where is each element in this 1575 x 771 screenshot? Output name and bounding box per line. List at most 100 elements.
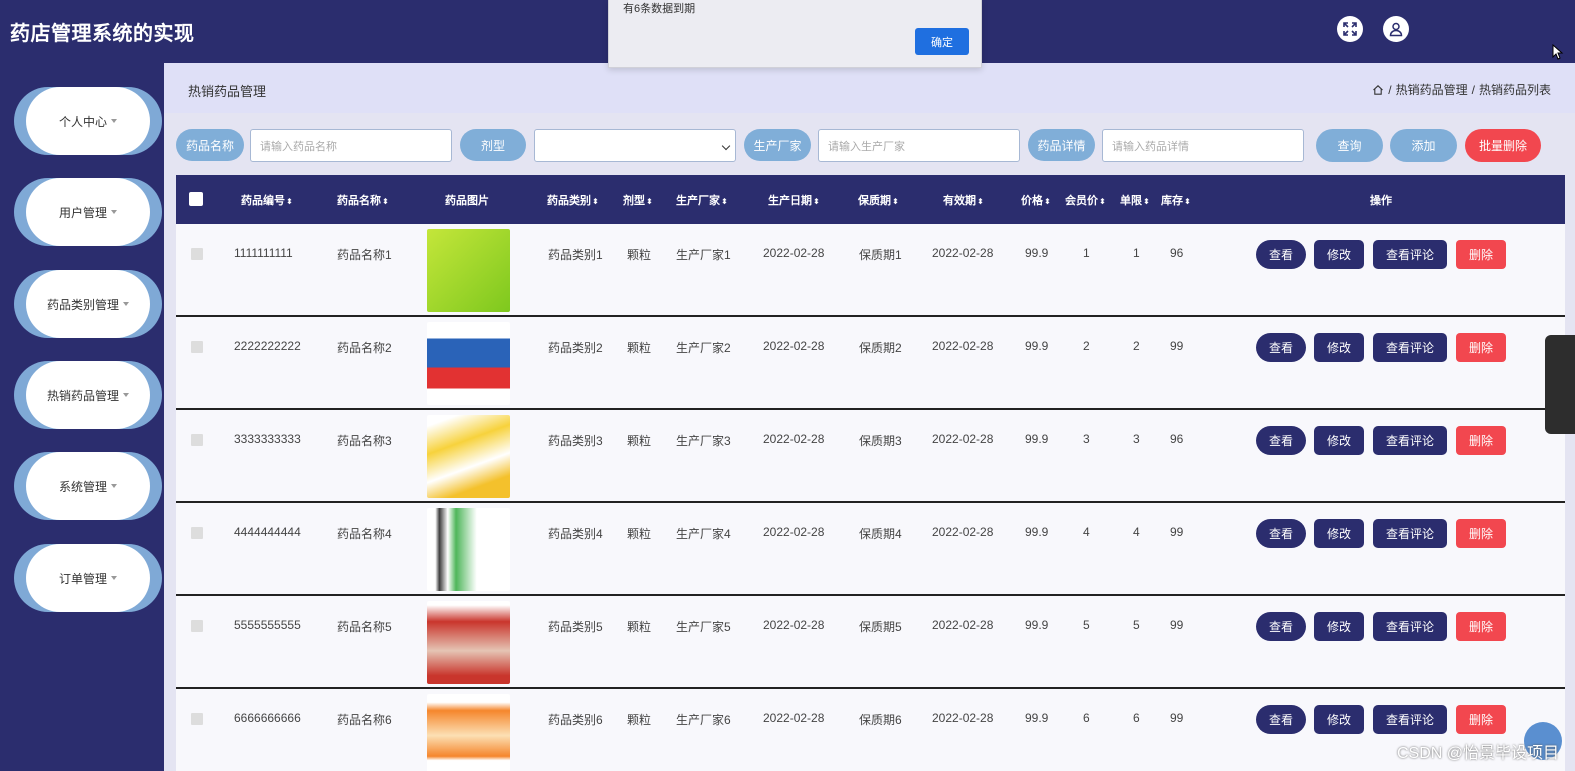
view-comments-button[interactable]: 查看评论 [1373,240,1447,269]
view-button[interactable]: 查看 [1256,240,1306,269]
col-limit[interactable]: 单限⬍ [1120,192,1150,208]
view-button[interactable]: 查看 [1256,612,1306,641]
sidebar-item-personal-center[interactable]: 个人中心 [14,87,162,155]
drug-image[interactable] [427,694,510,771]
table-row: 3333333333 药品名称3 药品类别3 颗粒 生产厂家3 2022-02-28 保质期… [176,410,1565,503]
view-button[interactable]: 查看 [1256,426,1306,455]
sort-icon: ⬍ [977,196,984,206]
cell-stock: 99 [1170,525,1184,539]
cell-name: 药品名称6 [337,713,392,727]
col-code[interactable]: 药品编号⬍ [241,192,293,208]
form-select[interactable] [534,129,736,162]
view-comments-button[interactable]: 查看评论 [1373,426,1447,455]
batch-delete-button[interactable]: 批量删除 [1465,129,1541,162]
add-button[interactable]: 添加 [1390,129,1457,162]
cell-price: 99.9 [1025,525,1049,539]
col-name[interactable]: 药品名称⬍ [337,192,389,208]
cell-shelf: 保质期2 [859,341,902,355]
detail-input[interactable]: 请输入药品详情 [1102,129,1304,162]
col-member-price[interactable]: 会员价⬍ [1065,192,1106,208]
col-prod-date[interactable]: 生产日期⬍ [768,192,820,208]
drug-image[interactable] [427,601,510,684]
view-button[interactable]: 查看 [1256,705,1306,734]
user-icon[interactable] [1383,16,1409,42]
col-shelf[interactable]: 保质期⬍ [858,192,899,208]
row-checkbox[interactable] [191,713,203,725]
cell-stock: 96 [1170,432,1184,446]
col-form[interactable]: 剂型⬍ [623,192,653,208]
caret-down-icon [123,302,129,306]
caret-down-icon [111,119,117,123]
cell-member-price: 2 [1083,339,1090,353]
view-comments-button[interactable]: 查看评论 [1373,519,1447,548]
row-checkbox[interactable] [191,434,203,446]
sort-icon: ⬍ [1143,196,1150,206]
cell-name: 药品名称3 [337,434,392,448]
table-header: 药品编号⬍ 药品名称⬍ 药品图片 药品类别⬍ 剂型⬍ 生产厂家⬍ 生产日期⬍ 保… [176,175,1565,224]
cell-member-price: 5 [1083,618,1090,632]
sidebar-item-orders[interactable]: 订单管理 [14,544,162,612]
view-button[interactable]: 查看 [1256,519,1306,548]
sort-icon: ⬍ [382,196,389,206]
col-price[interactable]: 价格⬍ [1021,192,1051,208]
delete-button[interactable]: 删除 [1456,519,1506,548]
cell-code: 5555555555 [234,618,301,632]
dialog-ok-button[interactable]: 确定 [915,28,969,55]
app-title: 药店管理系统的实现 [10,23,195,45]
cell-code: 2222222222 [234,339,301,353]
delete-button[interactable]: 删除 [1456,240,1506,269]
delete-button[interactable]: 删除 [1456,426,1506,455]
breadcrumb-link[interactable]: 热销药品管理 [1396,81,1468,98]
row-checkbox[interactable] [191,248,203,260]
col-expiry[interactable]: 有效期⬍ [943,192,984,208]
delete-button[interactable]: 删除 [1456,333,1506,362]
col-category[interactable]: 药品类别⬍ [547,192,599,208]
sort-icon: ⬍ [892,196,899,206]
edit-button[interactable]: 修改 [1314,705,1364,734]
home-icon[interactable] [1372,84,1384,96]
fullscreen-icon[interactable] [1337,16,1363,42]
cell-form: 颗粒 [627,713,652,727]
watermark: CSDN @怡景毕设项目 [1396,745,1559,762]
row-checkbox[interactable] [191,620,203,632]
delete-button[interactable]: 删除 [1456,612,1506,641]
view-comments-button[interactable]: 查看评论 [1373,612,1447,641]
view-comments-button[interactable]: 查看评论 [1373,705,1447,734]
cell-shelf: 保质期5 [859,620,902,634]
dialog-message: 有6条数据到期 [623,3,696,15]
query-button[interactable]: 查询 [1316,129,1383,162]
cell-shelf: 保质期6 [859,713,902,727]
col-maker[interactable]: 生产厂家⬍ [676,192,728,208]
sort-icon: ⬍ [721,196,728,206]
maker-input[interactable]: 请输入生产厂家 [818,129,1020,162]
sidebar-item-system[interactable]: 系统管理 [14,452,162,520]
cell-maker: 生产厂家5 [676,620,731,634]
edit-button[interactable]: 修改 [1314,612,1364,641]
sidebar-item-hot-drugs[interactable]: 热销药品管理 [14,361,162,429]
cell-category: 药品类别1 [548,248,603,262]
cell-code: 3333333333 [234,432,301,446]
drug-image[interactable] [427,508,510,591]
cell-prod-date: 2022-02-28 [763,618,825,632]
side-drawer-handle[interactable] [1545,335,1575,434]
row-checkbox[interactable] [191,341,203,353]
sidebar-item-user-management[interactable]: 用户管理 [14,178,162,246]
drug-image[interactable] [427,415,510,498]
name-input[interactable]: 请输入药品名称 [250,129,452,162]
drug-image[interactable] [427,322,510,405]
view-button[interactable]: 查看 [1256,333,1306,362]
edit-button[interactable]: 修改 [1314,333,1364,362]
edit-button[interactable]: 修改 [1314,240,1364,269]
col-stock[interactable]: 库存⬍ [1161,192,1191,208]
select-all-checkbox[interactable] [189,192,203,206]
delete-button[interactable]: 删除 [1456,705,1506,734]
cell-code: 6666666666 [234,711,301,725]
edit-button[interactable]: 修改 [1314,519,1364,548]
sidebar-item-drug-category[interactable]: 药品类别管理 [14,270,162,338]
cell-code: 4444444444 [234,525,301,539]
drug-image[interactable] [427,229,510,312]
edit-button[interactable]: 修改 [1314,426,1364,455]
col-image: 药品图片 [445,195,489,207]
view-comments-button[interactable]: 查看评论 [1373,333,1447,362]
row-checkbox[interactable] [191,527,203,539]
